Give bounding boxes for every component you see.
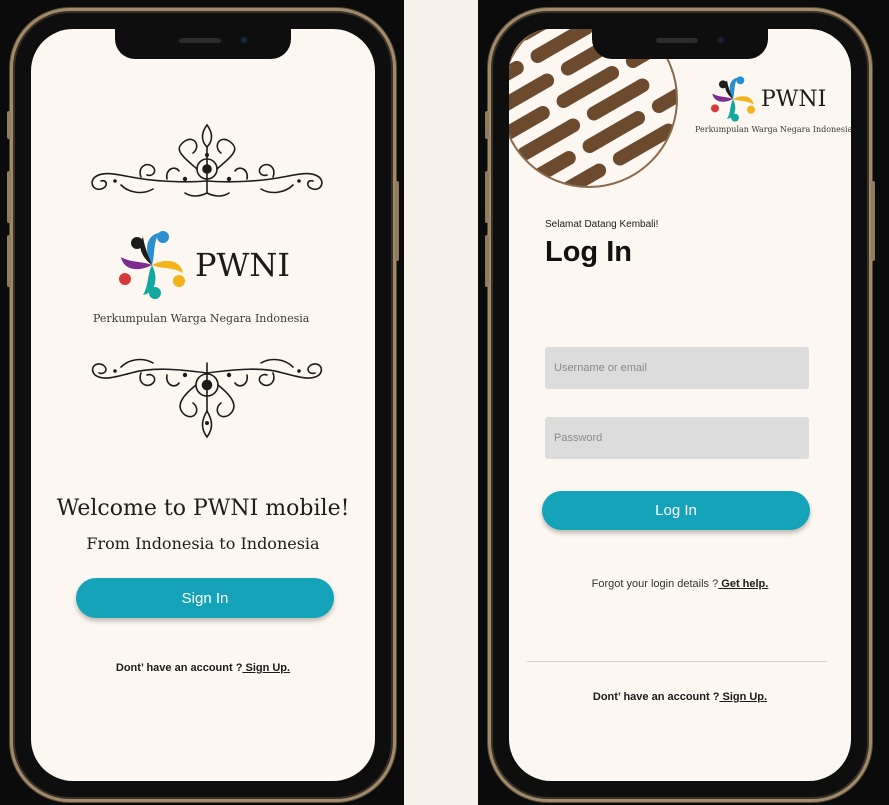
notch [115, 29, 291, 59]
speaker-grille [179, 38, 221, 43]
mute-switch [7, 111, 11, 139]
speaker-grille [656, 38, 698, 43]
password-input[interactable] [545, 417, 809, 459]
volume-up-button [485, 171, 489, 223]
brand-tagline: Perkumpulan Warga Negara Indonesia [93, 312, 310, 325]
login-screen: PWNI Perkumpulan Warga Negara Indonesia … [509, 29, 851, 781]
login-title: Log In [545, 236, 632, 268]
brand-name: PWNI [761, 86, 827, 112]
login-button[interactable]: Log In [542, 491, 810, 530]
pwni-logo-icon [119, 231, 185, 299]
welcome-screen: PWNI Perkumpulan Warga Negara Indonesia [31, 29, 375, 781]
forgot-footer: Forgot your login details ? Get help. [509, 578, 851, 590]
forgot-prompt: Forgot your login details ? [591, 578, 719, 590]
pwni-logo-icon [711, 76, 755, 122]
phone-frame-login: PWNI Perkumpulan Warga Negara Indonesia … [485, 8, 875, 802]
phone-frame-welcome: PWNI Perkumpulan Warga Negara Indonesia [7, 8, 399, 802]
welcome-title: Welcome to PWNI mobile! [56, 496, 350, 521]
divider-line [527, 661, 827, 662]
signup-prompt: Dont’ have an account ? [115, 662, 243, 674]
volume-up-button [7, 171, 11, 223]
signup-footer: Dont’ have an account ? Sign Up. [31, 662, 375, 674]
sign-in-button[interactable]: Sign In [76, 578, 334, 618]
bottom-ornament [91, 358, 323, 439]
mute-switch [485, 111, 489, 139]
power-button [395, 181, 399, 261]
username-input[interactable] [545, 347, 809, 389]
brand-logo-row: PWNI [113, 229, 290, 301]
signup-prompt: Dont’ have an account ? [592, 691, 720, 703]
get-help-link[interactable]: Get help. [718, 578, 768, 590]
volume-down-button [485, 235, 489, 287]
signup-link[interactable]: Sign Up. [719, 691, 767, 703]
welcome-subtitle: From Indonesia to Indonesia [86, 534, 320, 553]
brand-logo-row: PWNI [707, 75, 826, 123]
notch [592, 29, 768, 59]
top-ornament [91, 123, 323, 197]
signup-link[interactable]: Sign Up. [242, 662, 290, 674]
volume-down-button [7, 235, 11, 287]
brand-tagline: Perkumpulan Warga Negara Indonesia [695, 125, 851, 134]
greeting-text: Selamat Datang Kembali! [545, 219, 659, 230]
front-camera [716, 35, 726, 45]
brand-name: PWNI [195, 246, 291, 284]
signup-footer: Dont’ have an account ? Sign Up. [509, 691, 851, 703]
front-camera [239, 35, 249, 45]
power-button [871, 181, 875, 261]
